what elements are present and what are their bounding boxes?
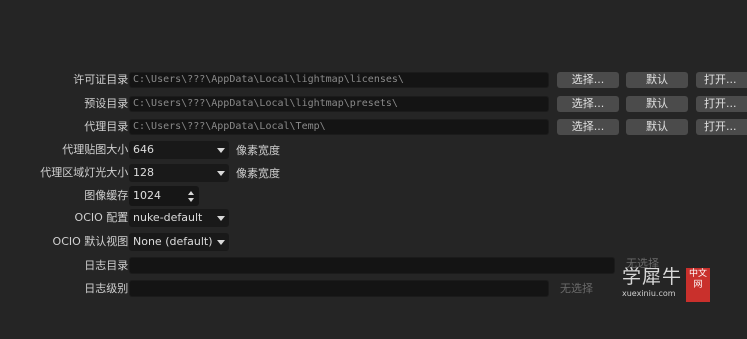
proxy-choose-button[interactable]: 选择... [557, 119, 619, 135]
proxy-dir-label: 代理目录: [84, 120, 132, 133]
ocio-config-label: OCIO 配置: [74, 211, 132, 224]
log-dir-label: 日志目录: [84, 259, 132, 272]
ocio-view-dropdown[interactable]: None (default) [129, 233, 229, 251]
chevron-down-icon [217, 171, 225, 176]
presets-dir-label: 预设目录: [84, 97, 132, 110]
presets-dir-field[interactable]: C:\Users\???\AppData\Local\lightmap\pres… [129, 96, 549, 112]
license-open-button[interactable]: 打开... [696, 72, 747, 88]
proxy-area-light-size-label: 代理区域灯光大小: [40, 166, 132, 179]
proxy-map-size-dropdown[interactable]: 646 [129, 141, 229, 159]
presets-open-button[interactable]: 打开... [696, 96, 747, 112]
proxy-dir-field[interactable]: C:\Users\???\AppData\Local\Temp\ [129, 119, 549, 135]
log-level-label: 日志级别: [84, 282, 132, 295]
license-dir-label: 许可证目录: [73, 73, 132, 86]
chevron-down-icon [217, 240, 225, 245]
spin-down-icon[interactable] [188, 198, 194, 202]
proxy-map-size-value: 646 [133, 143, 154, 156]
log-level-field[interactable] [129, 280, 549, 297]
license-choose-button[interactable]: 选择... [557, 72, 619, 88]
proxy-area-light-size-dropdown[interactable]: 128 [129, 164, 229, 182]
watermark-logo-text: 学犀牛 [622, 266, 683, 288]
ocio-config-dropdown[interactable]: nuke-default [129, 209, 229, 227]
image-cache-label: 图像缓存: [84, 189, 132, 202]
watermark-badge: 中文网 [686, 268, 710, 302]
proxy-area-light-size-value: 128 [133, 166, 154, 179]
proxy-default-button[interactable]: 默认 [626, 119, 688, 135]
proxy-map-size-label: 代理贴图大小: [62, 143, 132, 156]
chevron-down-icon [217, 216, 225, 221]
preferences-panel: 许可证目录: C:\Users\???\AppData\Local\lightm… [0, 0, 747, 339]
chevron-down-icon [217, 148, 225, 153]
watermark-url: xuexiniu.com [622, 289, 676, 298]
proxy-map-size-unit: 像素宽度 [236, 144, 280, 157]
image-cache-spinbox[interactable]: 1024 [129, 186, 199, 206]
image-cache-value: 1024 [133, 189, 161, 202]
spin-up-icon[interactable] [188, 191, 194, 195]
ocio-view-value: None (default) [133, 235, 213, 248]
license-default-button[interactable]: 默认 [626, 72, 688, 88]
log-level-hint: 无选择 [560, 282, 593, 295]
ocio-config-value: nuke-default [133, 211, 203, 224]
license-dir-field[interactable]: C:\Users\???\AppData\Local\lightmap\lice… [129, 72, 549, 88]
ocio-view-label: OCIO 默认视图: [52, 235, 132, 248]
proxy-open-button[interactable]: 打开... [696, 119, 747, 135]
proxy-area-light-size-unit: 像素宽度 [236, 167, 280, 180]
presets-choose-button[interactable]: 选择... [557, 96, 619, 112]
presets-default-button[interactable]: 默认 [626, 96, 688, 112]
log-dir-field[interactable] [129, 257, 615, 274]
